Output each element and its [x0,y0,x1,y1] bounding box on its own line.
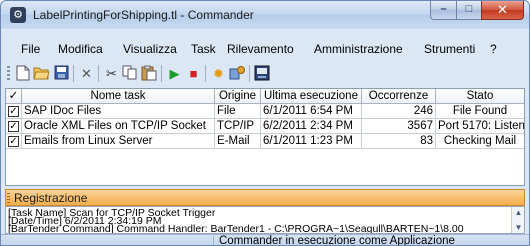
column-header-origin[interactable]: Origine [215,89,261,104]
menu-file[interactable]: File [21,42,40,56]
commander-app-icon[interactable]: ⚙ [10,7,26,23]
task-name: Emails from Linux Server [22,134,215,149]
task-last-run: 6/1/2011 1:23 PM [261,134,362,149]
title-bar[interactable]: ⚙ LabelPrintingForShipping.tl - Commande… [1,1,529,29]
maximize-button[interactable]: □ [456,1,482,20]
task-last-run: 6/2/2011 2:34 PM [261,119,362,134]
row-checkbox[interactable]: ✓ [8,106,19,117]
task-name: SAP IDoc Files [22,104,215,119]
cut-icon[interactable]: ✂ [103,65,120,82]
save-icon[interactable] [53,65,70,82]
status-text: Commander in esecuzione come Applicazion… [219,235,455,246]
row-checkbox-cell: ✓ [6,119,22,134]
paste-icon[interactable] [140,65,157,82]
log-panel-header[interactable]: Registrazione [5,189,525,206]
log-area[interactable]: [Task Name] Scan for TCP/IP Socket Trigg… [5,206,525,234]
task-occurrences: 246 [362,104,436,119]
minimize-button[interactable]: – [430,1,457,20]
task-origin: File [215,104,261,119]
toolbar-separator [205,65,206,82]
properties-icon[interactable] [253,65,270,82]
stop-icon[interactable]: ■ [185,65,202,82]
admin-icon[interactable] [229,65,246,82]
toolbar-separator [98,65,99,82]
start-icon[interactable]: ▶ [166,65,183,82]
row-checkbox[interactable]: ✓ [8,136,19,147]
panel-grip[interactable] [7,193,10,204]
column-header-name[interactable]: Nome task [22,89,215,104]
new-icon[interactable] [14,65,31,82]
menu-modifica[interactable]: Modifica [58,42,103,56]
task-occurrences: 83 [362,134,436,149]
task-status: File Found [436,104,524,119]
task-origin: TCP/IP [215,119,261,134]
toolbar-separator [249,65,250,82]
scroll-down-icon[interactable]: ▼ [513,223,524,232]
menu-bar: File Modifica Visualizza Task Rilevament… [5,40,525,60]
status-bar: Commander in esecuzione come Applicazion… [1,234,529,246]
toolbar-grip[interactable] [7,66,10,82]
close-button[interactable]: ✕ [481,1,524,20]
task-last-run: 6/1/2011 6:54 PM [261,104,362,119]
row-checkbox-cell: ✓ [6,134,22,149]
scroll-up-icon[interactable]: ▲ [513,208,524,217]
menu-rilevamento[interactable]: Rilevamento [227,42,294,56]
row-checkbox-cell: ✓ [6,104,22,119]
task-origin: E-Mail [215,134,261,149]
menu-help[interactable]: ? [490,42,497,56]
copy-icon[interactable] [121,65,138,82]
column-header-last-run[interactable]: Ultima esecuzione [261,89,362,104]
column-header-occurrences[interactable]: Occorrenze [362,89,436,104]
menu-visualizza[interactable]: Visualizza [123,42,177,56]
delete-icon[interactable]: ✕ [78,65,95,82]
menu-strumenti[interactable]: Strumenti [424,42,475,56]
task-status: Checking Mail [436,134,524,149]
task-name: Oracle XML Files on TCP/IP Socket [22,119,215,134]
window-title: LabelPrintingForShipping.tl - Commander [33,8,254,22]
menu-task[interactable]: Task [191,42,216,56]
task-status: Port 5170: Listening. [436,119,524,134]
column-header-checked[interactable]: ✓ [6,89,22,104]
column-header-status[interactable]: Stato [436,89,524,104]
status-divider [213,236,214,245]
open-icon[interactable] [33,65,50,82]
toolbar: ✕ ✂ ▶ ■ ✹ [5,62,525,86]
toolbar-separator [161,65,162,82]
task-occurrences: 3567 [362,119,436,134]
menu-amministrazione[interactable]: Amministrazione [314,42,403,56]
commander-window: ⚙ LabelPrintingForShipping.tl - Commande… [0,0,530,246]
log-scrollbar[interactable]: ▲ ▼ [511,207,524,233]
settings-icon[interactable]: ✹ [210,65,227,82]
log-panel-title: Registrazione [14,191,88,205]
row-checkbox[interactable]: ✓ [8,121,19,132]
log-line: [BarTender Command] Command Handler: Bar… [8,223,464,234]
task-grid: ✓ Nome task Origine Ultima esecuzione Oc… [5,88,525,186]
toolbar-separator [73,65,74,82]
